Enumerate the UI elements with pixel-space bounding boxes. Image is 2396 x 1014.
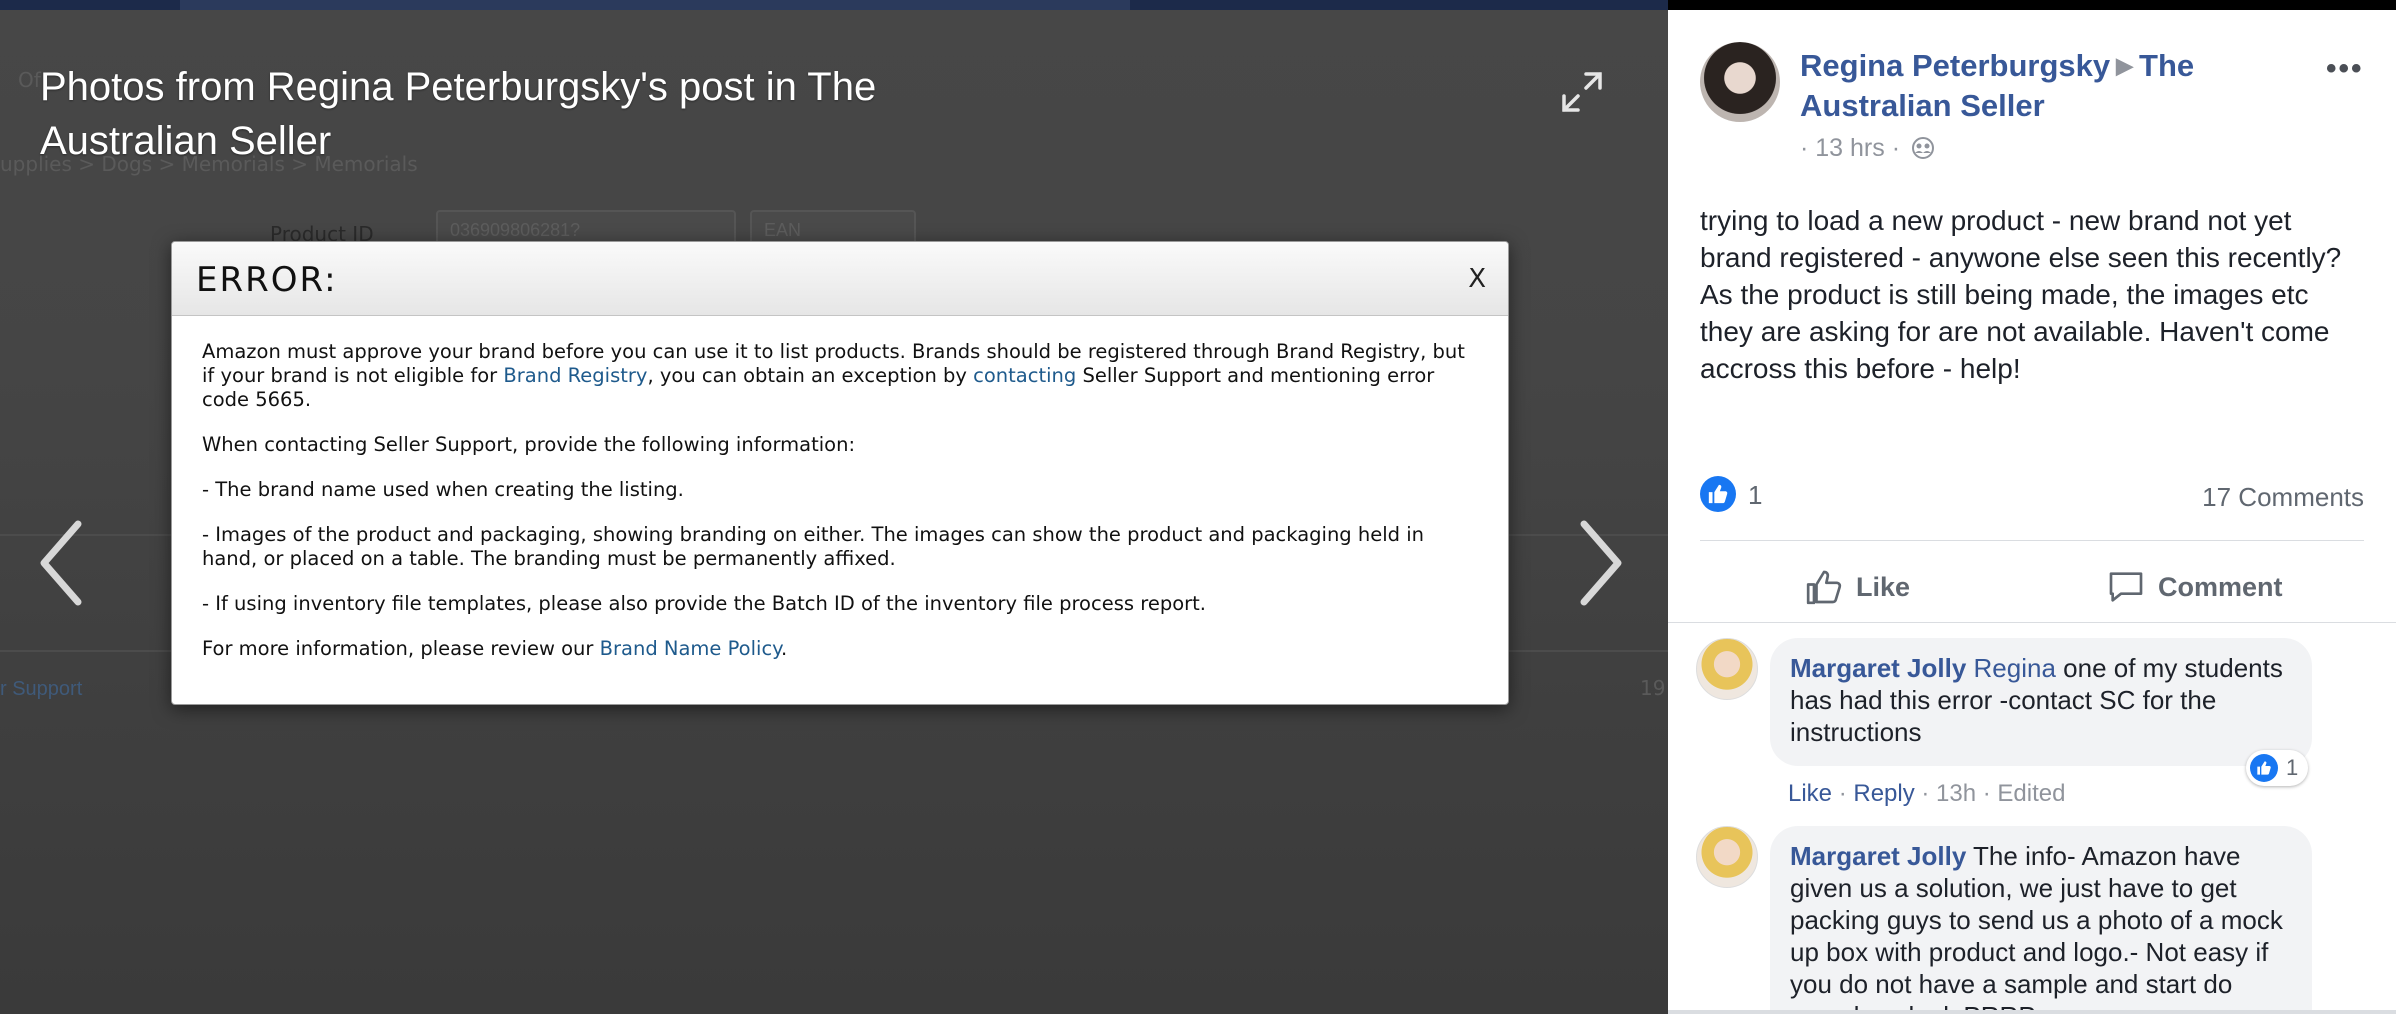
comment-icon bbox=[2109, 572, 2143, 602]
comment-like-link[interactable]: Like bbox=[1788, 780, 1832, 807]
reaction-count[interactable]: 1 bbox=[1748, 480, 1762, 511]
chevron-right-icon bbox=[1580, 520, 1622, 606]
previous-photo-button[interactable] bbox=[36, 518, 86, 608]
post-author-link[interactable]: Regina Peterburgsky bbox=[1800, 48, 2110, 83]
comment-bubble: Margaret Jolly Regina one of my students… bbox=[1770, 638, 2312, 766]
like-button[interactable]: Like bbox=[1804, 562, 1910, 612]
commenter-name[interactable]: Margaret Jolly bbox=[1790, 653, 1966, 683]
brand-name-policy-link[interactable]: Brand Name Policy bbox=[600, 637, 781, 660]
error-dialog-close-button[interactable]: X bbox=[1468, 264, 1486, 294]
post-reactions: 1 17 Comments bbox=[1700, 476, 2364, 516]
error-paragraph-more-info: For more information, please review our … bbox=[202, 637, 1478, 661]
post-sidebar: Regina Peterburgsky ▶ The Australian Selle… bbox=[1668, 10, 2396, 1014]
post-text: trying to load a new product - new brand… bbox=[1700, 205, 2342, 384]
brand-registry-link[interactable]: Brand Registry bbox=[503, 364, 647, 387]
background-right-fragment: 19 bbox=[1640, 676, 1666, 700]
comments-count[interactable]: 17 Comments bbox=[2202, 482, 2364, 513]
commenter-avatar[interactable] bbox=[1696, 826, 1758, 888]
error-paragraph-contact-info: When contacting Seller Support, provide … bbox=[202, 433, 856, 456]
post-time[interactable]: · 13 hrs · bbox=[1800, 134, 1900, 162]
comment-reply-link[interactable]: Reply bbox=[1853, 780, 1914, 807]
expand-icon bbox=[1562, 72, 1602, 112]
error-text: For more information, please review our bbox=[202, 637, 600, 660]
background-support-link: r Support bbox=[0, 678, 83, 700]
author-avatar[interactable] bbox=[1700, 42, 1780, 122]
comment-reactions[interactable]: 1 bbox=[2246, 750, 2308, 786]
photo-title: Photos from Regina Peterburgsky's post i… bbox=[40, 65, 877, 163]
error-paragraph-brand-name: - The brand name used when creating the … bbox=[202, 478, 684, 501]
comment-button[interactable]: Comment bbox=[2106, 562, 2283, 612]
caret-right-icon: ▶ bbox=[2116, 53, 2134, 78]
next-photo-button[interactable] bbox=[1576, 518, 1626, 608]
error-text: . bbox=[780, 637, 788, 660]
comment-time[interactable]: 13h bbox=[1936, 780, 1976, 807]
post-meta: · 13 hrs · bbox=[1800, 134, 1935, 163]
group-audience-icon bbox=[1911, 137, 1934, 159]
error-dialog-title: ERROR: bbox=[196, 260, 338, 300]
commenter-name[interactable]: Margaret Jolly bbox=[1790, 841, 1966, 871]
expand-button[interactable] bbox=[1560, 70, 1604, 114]
error-text: , you can obtain an exception by bbox=[647, 364, 974, 387]
panel-bottom-bar bbox=[1668, 1010, 2396, 1014]
thumbs-up-icon bbox=[1806, 570, 1842, 605]
error-paragraph-images: - Images of the product and packaging, s… bbox=[202, 523, 1425, 570]
like-reaction-icon[interactable] bbox=[1700, 476, 1736, 512]
photo-viewer: Of upplies > Dogs > Memorials > Memorial… bbox=[0, 0, 1668, 1014]
like-reaction-icon bbox=[2250, 754, 2278, 782]
error-paragraph-brand-approval: Amazon must approve your brand before yo… bbox=[202, 340, 1478, 412]
contacting-link[interactable]: contacting bbox=[973, 364, 1076, 387]
like-button-label: Like bbox=[1856, 571, 1911, 602]
comment-bubble: Margaret Jolly The info- Amazon have giv… bbox=[1770, 826, 2312, 1014]
error-paragraph-batch-id: - If using inventory file templates, ple… bbox=[202, 592, 1206, 615]
comment-mention[interactable]: Regina bbox=[1974, 653, 2056, 683]
comment-meta: Like · Reply · 13h · Edited bbox=[1788, 780, 2066, 807]
comment-edited[interactable]: Edited bbox=[1997, 780, 2065, 807]
divider bbox=[1700, 540, 2364, 541]
chevron-left-icon bbox=[40, 520, 82, 606]
background-tab-fragment: Of bbox=[18, 68, 41, 92]
error-dialog: ERROR: X Amazon must approve your brand … bbox=[171, 241, 1509, 705]
error-dialog-header: ERROR: X bbox=[172, 242, 1508, 316]
comment-reaction-count: 1 bbox=[2286, 755, 2299, 780]
post-author-line: Regina Peterburgsky ▶ The Australian Selle… bbox=[1800, 46, 2240, 126]
commenter-avatar[interactable] bbox=[1696, 638, 1758, 700]
post-actions: Like Comment bbox=[1700, 552, 2364, 624]
divider bbox=[1668, 622, 2396, 623]
post-options-button[interactable]: ••• bbox=[2326, 52, 2364, 86]
error-dialog-body: Amazon must approve your brand before yo… bbox=[172, 316, 1508, 661]
top-strip bbox=[0, 0, 1668, 10]
comment-button-label: Comment bbox=[2158, 571, 2283, 602]
